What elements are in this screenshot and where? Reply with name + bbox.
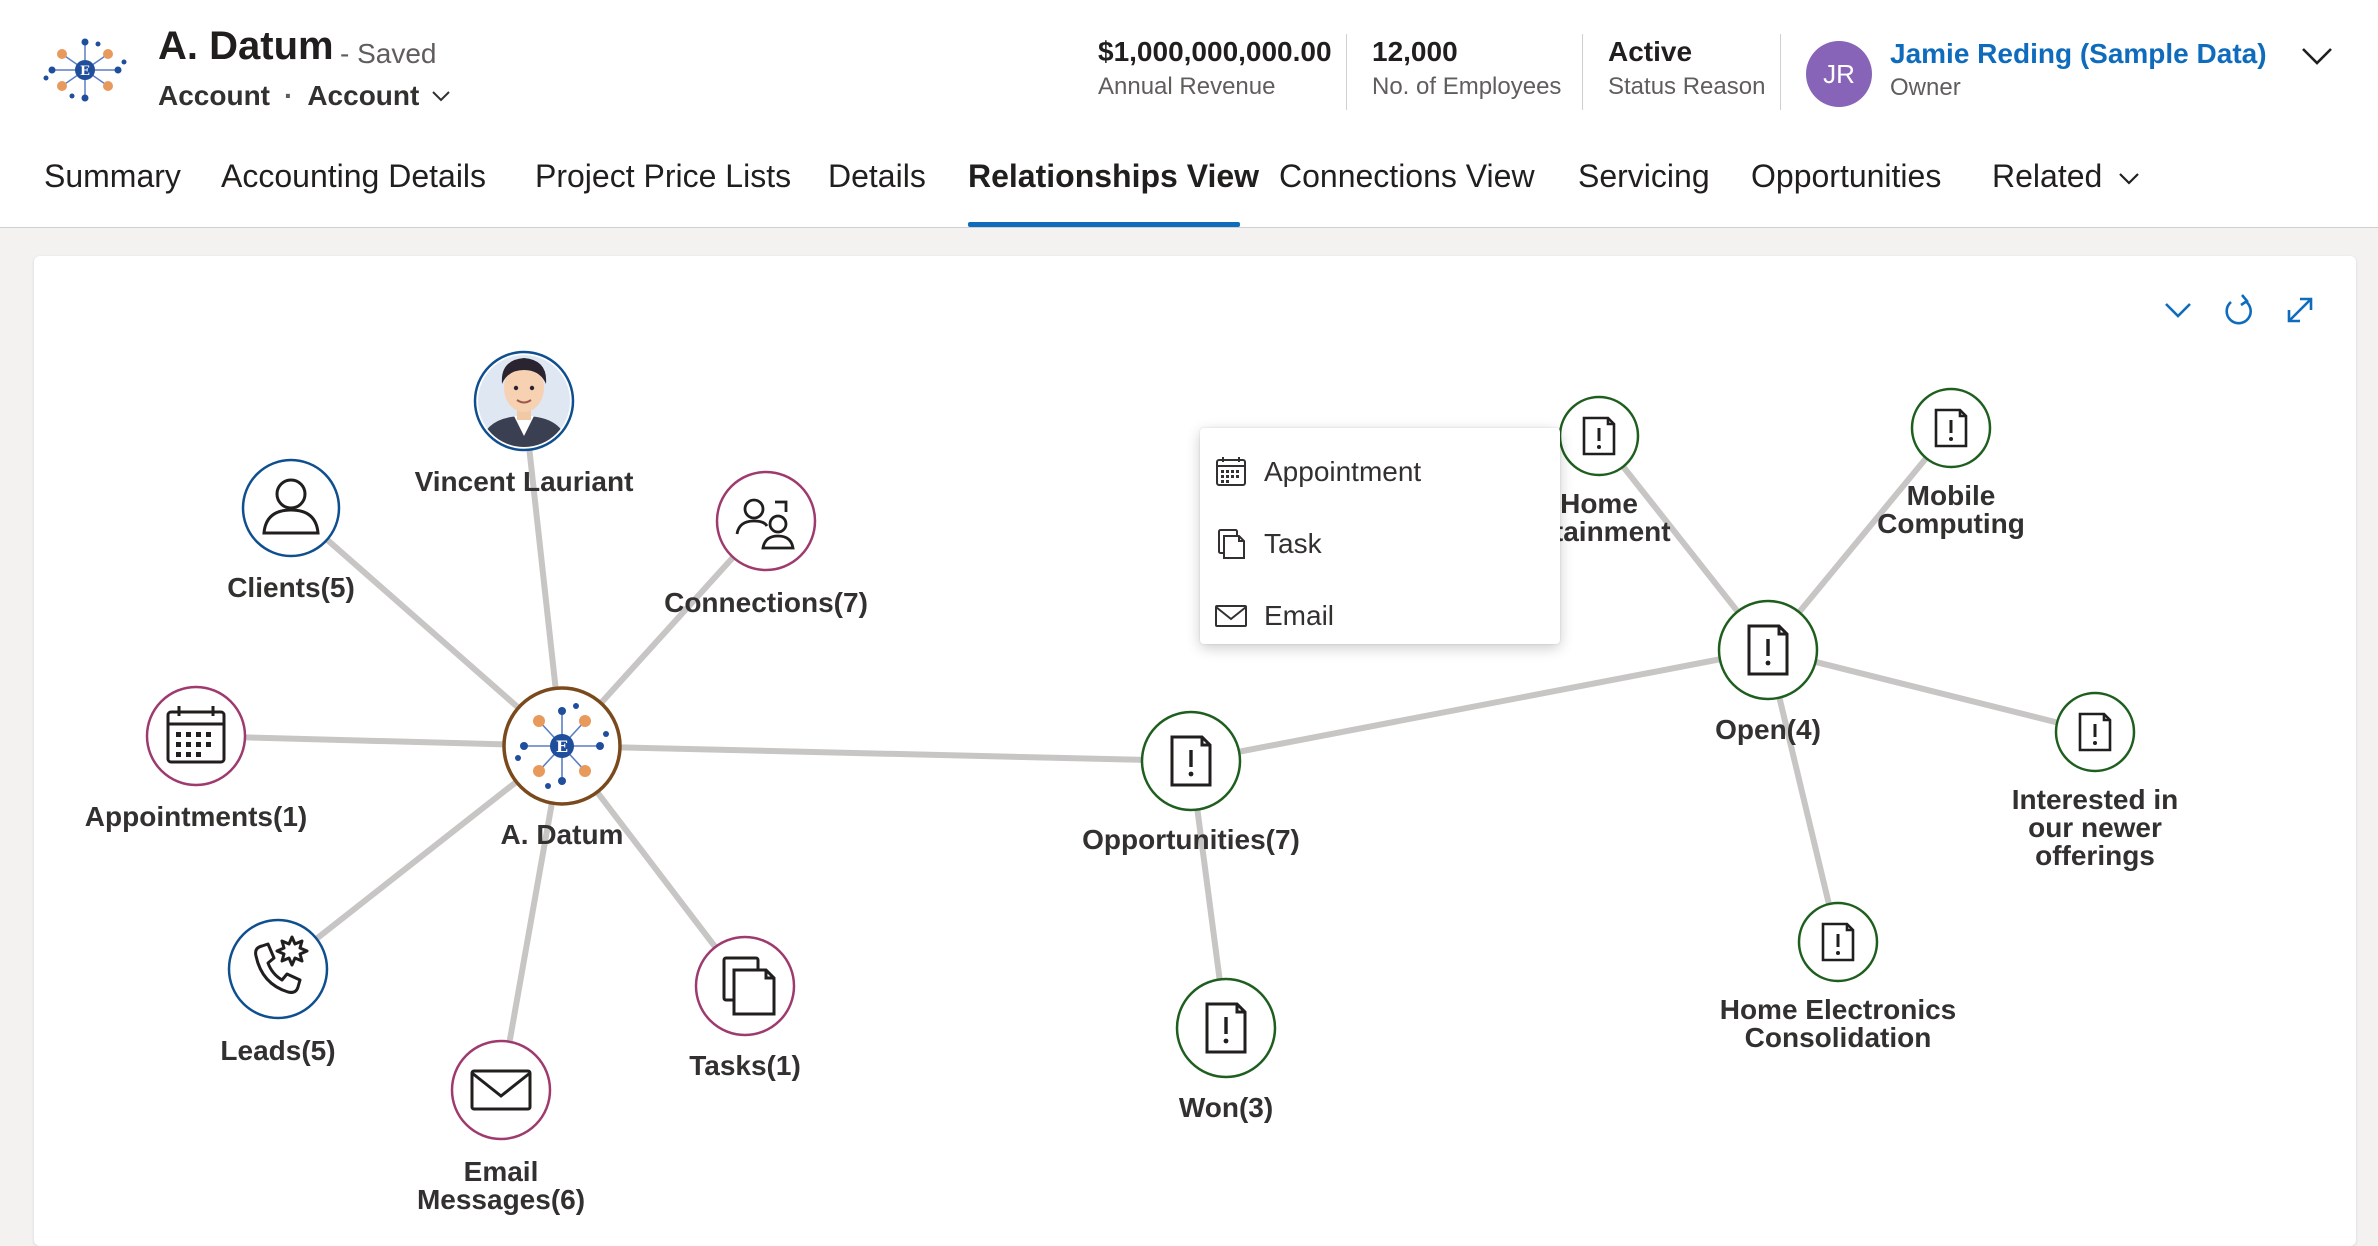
node-label-connections: Connections(7) — [664, 587, 868, 618]
kpi-annual-revenue: $1,000,000,000.00 Annual Revenue — [1098, 34, 1332, 104]
label-line: Computing — [1877, 508, 2025, 539]
node-label-home-electronics: Home Electronics Consolidation — [1720, 996, 1957, 1052]
menu-item-task[interactable]: Task — [1200, 512, 1560, 576]
kpi-value: Active — [1608, 36, 1693, 67]
kpi-label: Status Reason — [1608, 73, 1766, 100]
node-won[interactable] — [1175, 977, 1277, 1079]
node-home-entertainment[interactable] — [1558, 395, 1640, 477]
node-email-messages[interactable] — [450, 1039, 552, 1141]
tab-related[interactable]: Related — [1992, 158, 2140, 195]
node-label-tasks: Tasks(1) — [689, 1050, 801, 1081]
tab-servicing[interactable]: Servicing — [1578, 158, 1710, 195]
node-label-mobile-computing: Mobile Computing — [1877, 482, 2025, 538]
tab-summary[interactable]: Summary — [44, 158, 181, 195]
label-line: Interested in — [2011, 784, 2179, 815]
node-label-opportunities: Opportunities(7) — [1082, 824, 1300, 855]
node-label-open: Open(4) — [1715, 714, 1821, 745]
node-adatum[interactable]: E — [502, 686, 622, 806]
svg-text:E: E — [80, 64, 90, 79]
node-label-adatum: A. Datum — [500, 819, 624, 850]
node-tasks[interactable] — [694, 935, 796, 1037]
label-line: Mobile — [1906, 480, 1996, 511]
kpi-divider — [1780, 34, 1781, 110]
tab-details[interactable]: Details — [828, 158, 926, 195]
node-label-won: Won(3) — [1178, 1092, 1274, 1123]
node-label-leads: Leads(5) — [220, 1035, 336, 1066]
separator-dot: · — [284, 80, 294, 111]
node-label-appointments: Appointments(1) — [84, 801, 308, 832]
kpi-value: $1,000,000,000.00 — [1098, 36, 1332, 67]
menu-item-label: Task — [1264, 528, 1322, 559]
owner-name-link[interactable]: Jamie Reding (Sample Data) — [1890, 38, 2267, 70]
mail-icon — [1215, 605, 1247, 627]
menu-item-appointment[interactable]: Appointment — [1200, 440, 1560, 504]
label-line: Email — [463, 1156, 539, 1187]
record-title: A. Datum — [158, 24, 334, 68]
owner-avatar[interactable]: JR — [1806, 41, 1872, 107]
active-tab-indicator — [968, 222, 1240, 227]
tab-relationships-view[interactable]: Relationships View — [968, 158, 1259, 195]
label-line: Messages(6) — [416, 1184, 586, 1215]
tab-accounting-details[interactable]: Accounting Details — [221, 158, 486, 195]
kpi-employees: 12,000 No. of Employees — [1372, 34, 1561, 104]
owner-label: Owner — [1890, 74, 1961, 101]
node-appointments[interactable] — [145, 685, 247, 787]
tab-related-label: Related — [1992, 158, 2103, 194]
label-line: Consolidation — [1744, 1022, 1932, 1053]
node-label-clients: Clients(5) — [227, 572, 355, 603]
node-mobile-computing[interactable] — [1910, 387, 1992, 469]
label-line: offerings — [2035, 840, 2155, 871]
calendar-icon — [1216, 457, 1246, 486]
node-opportunities[interactable] — [1140, 710, 1242, 812]
context-menu: Appointment Task Email — [1200, 428, 1560, 644]
header-expand-chevron-icon[interactable] — [2300, 46, 2334, 66]
node-home-electronics-consolidation[interactable] — [1797, 901, 1879, 983]
record-header: E A. Datum - Saved Account · Account $1,… — [0, 0, 2378, 228]
chevron-down-icon[interactable] — [431, 90, 451, 102]
edge-opportunities-open — [1190, 647, 1769, 764]
label-line: our newer — [2028, 812, 2162, 843]
node-vincent-lauriant[interactable] — [473, 350, 575, 452]
node-interested-newer-offerings[interactable] — [2054, 691, 2136, 773]
account-logo-icon: E — [43, 38, 127, 102]
menu-item-label: Email — [1264, 600, 1335, 631]
node-connections[interactable] — [715, 470, 817, 572]
tab-opportunities[interactable]: Opportunities — [1751, 158, 1941, 195]
entity-name: Account — [158, 80, 270, 111]
chevron-down-icon — [2119, 173, 2140, 185]
svg-text:E: E — [556, 737, 568, 756]
form-selector[interactable]: Account — [307, 80, 419, 112]
node-clients[interactable] — [241, 458, 341, 558]
kpi-divider — [1582, 34, 1583, 110]
node-label-email-messages: Email Messages(6) — [417, 1158, 585, 1214]
relationship-graph-canvas[interactable]: E Vincent Lauriant Clients(5) Connection… — [34, 256, 2356, 1246]
task-icon — [1218, 529, 1245, 559]
kpi-label: Annual Revenue — [1098, 73, 1276, 100]
kpi-label: No. of Employees — [1372, 73, 1562, 100]
node-leads[interactable] — [227, 918, 329, 1020]
save-status: - Saved — [340, 38, 437, 69]
node-open[interactable] — [1717, 599, 1819, 701]
menu-item-label: Appointment — [1264, 456, 1422, 487]
entity-breadcrumb: Account · Account — [158, 80, 451, 112]
menu-item-email[interactable]: Email — [1200, 584, 1560, 648]
tab-connections-view[interactable]: Connections View — [1279, 158, 1535, 195]
tab-bar: Summary Accounting Details Project Price… — [0, 150, 2378, 228]
edge-adatum-opportunities — [561, 743, 1192, 764]
tab-project-price-lists[interactable]: Project Price Lists — [535, 158, 791, 195]
node-label-interested: Interested in our newer offerings — [2012, 786, 2178, 870]
kpi-value: 12,000 — [1372, 36, 1458, 67]
kpi-divider — [1346, 34, 1347, 110]
label-line: Home Electronics — [1719, 994, 1957, 1025]
kpi-status-reason: Active Status Reason — [1608, 34, 1765, 104]
node-label-vincent: Vincent Lauriant — [414, 466, 634, 497]
